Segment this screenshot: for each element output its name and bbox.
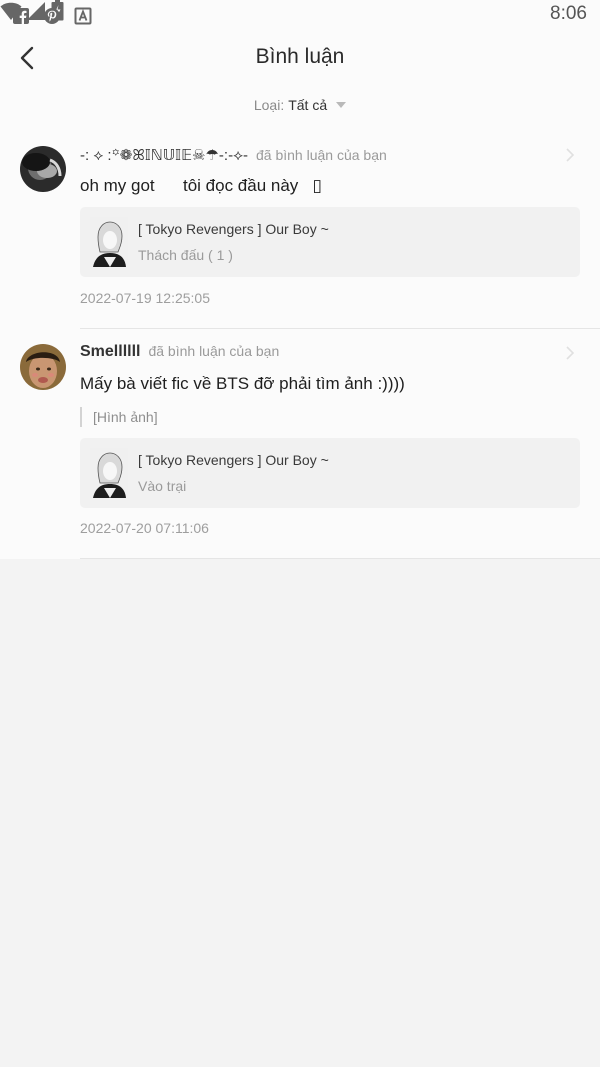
username[interactable]: -: ⟡ :꙳❁ꕤ𝕀ℕ𝕌𝕀𝔼☠︎☂︎-:-⟡- đã bình luận của … bbox=[80, 145, 387, 165]
story-cover-image bbox=[90, 217, 128, 267]
comment-item[interactable]: -: ⟡ :꙳❁ꕤ𝕀ℕ𝕌𝕀𝔼☠︎☂︎-:-⟡- đã bình luận của … bbox=[0, 131, 600, 329]
username-text: Smellllll bbox=[80, 343, 141, 360]
pinterest-icon bbox=[44, 8, 60, 24]
comment-timestamp: 2022-07-20 07:11:06 bbox=[80, 520, 209, 536]
action-text: đã bình luận của bạn bbox=[255, 147, 387, 163]
comment-timestamp: 2022-07-19 12:25:05 bbox=[80, 290, 210, 306]
status-bar: 8:06 bbox=[0, 0, 600, 32]
filter-value: Tất cả bbox=[288, 97, 328, 113]
a-app-icon bbox=[74, 7, 92, 25]
story-title: [ Tokyo Revengers ] Our Boy ~ bbox=[138, 452, 329, 468]
type-filter[interactable]: Loại: Tất cả bbox=[0, 97, 600, 113]
filter-label: Loại: bbox=[253, 97, 285, 113]
username-text: -: ⟡ :꙳❁ꕤ𝕀ℕ𝕌𝕀𝔼☠︎☂︎-:-⟡- bbox=[80, 147, 248, 164]
story-subtitle: Vào trại bbox=[138, 478, 187, 494]
user-avatar-image bbox=[20, 146, 66, 192]
comments-panel: Loại: Tất cả -: ⟡ :꙳❁ꕤ𝕀ℕ𝕌𝕀𝔼☠︎☂︎-:-⟡- đã bì… bbox=[0, 86, 600, 559]
app-header: Bình luận bbox=[0, 32, 600, 86]
action-text: đã bình luận của bạn bbox=[148, 343, 280, 359]
chevron-right-icon[interactable] bbox=[564, 148, 576, 162]
dropdown-caret-icon bbox=[336, 102, 347, 108]
avatar[interactable] bbox=[20, 344, 66, 390]
image-quote[interactable]: [Hình ảnh] bbox=[80, 407, 158, 427]
comment-text: Mấy bà viết fic về BTS đỡ phải tìm ảnh :… bbox=[80, 374, 405, 393]
chevron-right-icon[interactable] bbox=[564, 346, 576, 360]
username[interactable]: Smellllll đã bình luận của bạn bbox=[80, 343, 279, 361]
facebook-icon bbox=[13, 8, 29, 24]
comment-text: oh my got tôi đọc đầu này ▯ bbox=[80, 176, 322, 195]
story-cover-image bbox=[90, 448, 128, 498]
user-avatar-image bbox=[20, 344, 66, 390]
page-title: Bình luận bbox=[255, 45, 345, 68]
story-card[interactable]: [ Tokyo Revengers ] Our Boy ~ Vào trại bbox=[80, 438, 580, 508]
avatar[interactable] bbox=[20, 146, 66, 192]
story-title: [ Tokyo Revengers ] Our Boy ~ bbox=[138, 221, 329, 237]
clock-time: 8:06 bbox=[550, 3, 587, 24]
comment-item[interactable]: Smellllll đã bình luận của bạn Mấy bà viế… bbox=[0, 329, 600, 559]
story-subtitle: Thách đấu ( 1 ) bbox=[138, 247, 233, 263]
divider bbox=[80, 558, 600, 559]
story-card[interactable]: [ Tokyo Revengers ] Our Boy ~ Thách đấu … bbox=[80, 207, 580, 277]
